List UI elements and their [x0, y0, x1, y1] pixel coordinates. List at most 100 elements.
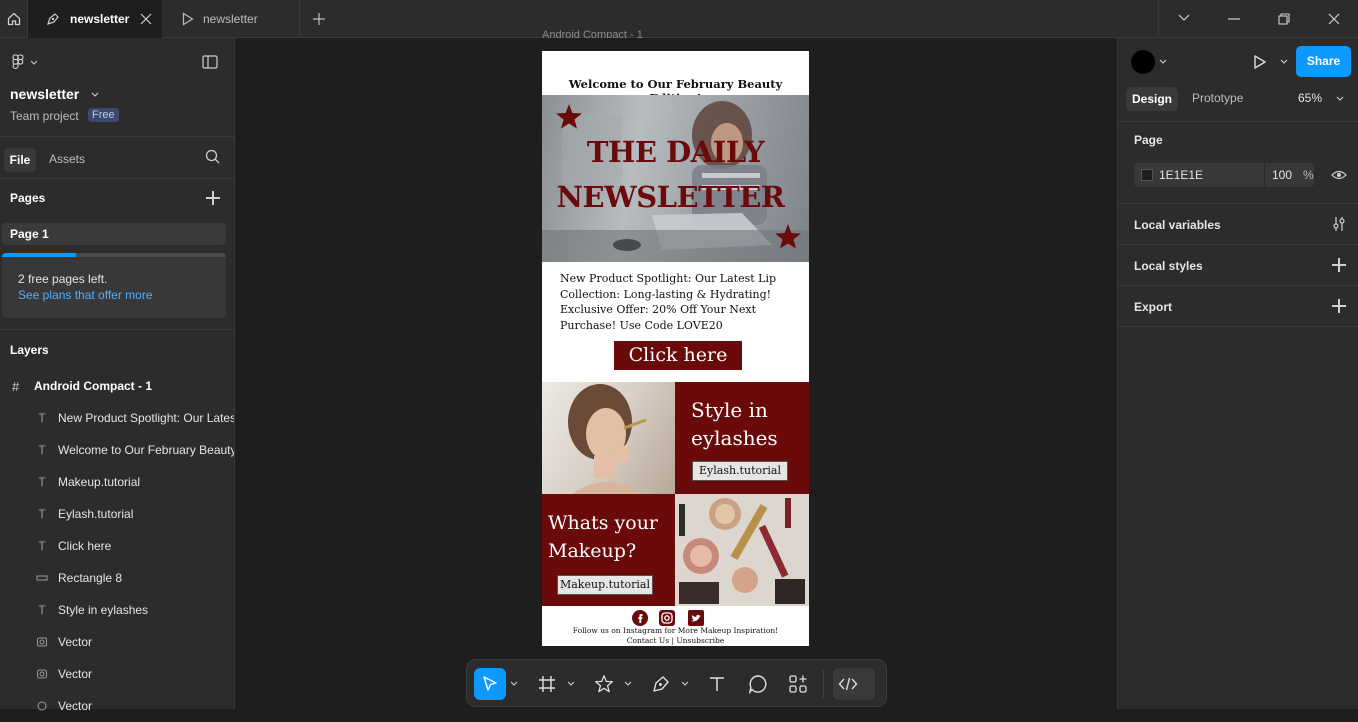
tab-file[interactable]: File: [4, 148, 36, 172]
chevron-down-icon[interactable]: [1159, 59, 1167, 64]
makeup-heading[interactable]: Whats your Makeup?: [548, 509, 673, 565]
present-play-icon[interactable]: [1253, 54, 1267, 70]
layer-item[interactable]: T Style in eylashes: [0, 594, 234, 626]
layer-frame-android-compact[interactable]: # Android Compact - 1: [0, 370, 234, 402]
file-name[interactable]: newsletter: [10, 86, 79, 102]
tab-newsletter-prototype[interactable]: newsletter: [162, 0, 299, 38]
tab-prototype[interactable]: Prototype: [1192, 91, 1243, 105]
page-item-page-1[interactable]: Page 1: [2, 223, 226, 245]
eyelash-photo[interactable]: [542, 382, 675, 494]
window-close-icon[interactable]: [1328, 13, 1340, 25]
layer-label: Vector: [58, 635, 93, 649]
rectangle-icon: [36, 571, 48, 585]
close-icon[interactable]: [140, 13, 152, 25]
free-pages-notice: 2 free pages left. See plans that offer …: [2, 253, 226, 318]
main-menu-button[interactable]: [10, 52, 40, 72]
project-label[interactable]: Team project: [10, 109, 79, 123]
chevron-down-icon[interactable]: [1178, 14, 1190, 22]
eyelash-block[interactable]: Style in eylashes Eylash.tutorial: [675, 382, 809, 494]
newsletter-frame[interactable]: Welcome to Our February Beauty Edition! …: [542, 51, 809, 646]
layer-item[interactable]: Vector: [0, 658, 234, 690]
chevron-down-icon[interactable]: [624, 681, 632, 687]
eye-icon[interactable]: [1331, 169, 1347, 181]
instagram-icon[interactable]: [659, 610, 675, 626]
frame-tool-button[interactable]: [531, 668, 563, 700]
pen-tool-button[interactable]: [645, 668, 677, 700]
text-icon: T: [38, 443, 46, 457]
eyelash-tutorial-tag[interactable]: Eylash.tutorial: [692, 461, 788, 481]
code-icon: [838, 677, 858, 691]
hero-title-line1[interactable]: THE DAILY: [542, 135, 809, 169]
layer-item[interactable]: T Welcome to Our February Beauty Edition!: [0, 434, 234, 466]
shape-tool-button[interactable]: [588, 668, 620, 700]
search-icon[interactable]: [205, 149, 220, 164]
left-panel: newsletter Team project Free File Assets…: [0, 38, 235, 713]
variables-settings-icon[interactable]: [1332, 216, 1346, 232]
fill-opacity-value[interactable]: 100: [1272, 168, 1292, 182]
add-page-icon[interactable]: [206, 191, 220, 205]
layer-item[interactable]: T Makeup.tutorial: [0, 466, 234, 498]
minimize-icon[interactable]: [1228, 18, 1240, 20]
add-export-icon[interactable]: [1332, 299, 1346, 313]
text-tool-button[interactable]: [701, 668, 733, 700]
add-style-icon[interactable]: [1332, 258, 1346, 272]
eyelash-heading[interactable]: Style in eylashes: [691, 396, 801, 452]
layer-item[interactable]: T Eylash.tutorial: [0, 498, 234, 530]
frame-icon: [539, 676, 555, 692]
export-title[interactable]: Export: [1134, 300, 1172, 314]
layer-item[interactable]: T Click here: [0, 530, 234, 562]
chevron-down-icon[interactable]: [91, 92, 99, 97]
layer-item[interactable]: Vector: [0, 626, 234, 658]
move-tool-button[interactable]: [474, 668, 506, 700]
twitter-icon[interactable]: [688, 610, 704, 626]
makeup-tutorial-tag[interactable]: Makeup.tutorial: [557, 575, 653, 595]
tab-design[interactable]: Design: [1126, 87, 1178, 111]
chevron-down-icon[interactable]: [510, 681, 518, 687]
footer-follow-text[interactable]: Follow us on Instagram for More Makeup I…: [542, 626, 809, 635]
text-icon: T: [38, 539, 46, 553]
title-bar: newsletter newsletter: [0, 0, 1358, 38]
tab-label: newsletter: [70, 12, 130, 26]
text-icon: T: [38, 603, 46, 617]
hero-image[interactable]: THE DAILY NEWSLETTER: [542, 95, 809, 262]
tab-assets[interactable]: Assets: [49, 152, 85, 166]
chevron-down-icon[interactable]: [567, 681, 575, 687]
chevron-down-icon[interactable]: [681, 681, 689, 687]
body-text[interactable]: New Product Spotlight: Our Latest Lip Co…: [560, 271, 800, 333]
hero-title-line2[interactable]: NEWSLETTER: [542, 180, 799, 214]
page-fill-field[interactable]: 1E1E1E 100 %: [1134, 163, 1314, 187]
footer-contact-text[interactable]: Contact Us | Unsubscribe: [542, 636, 809, 645]
layer-item[interactable]: Rectangle 8: [0, 562, 234, 594]
star-icon: [556, 104, 582, 129]
click-here-button[interactable]: Click here: [614, 341, 742, 370]
toggle-sidebar-icon[interactable]: [202, 55, 218, 69]
zoom-level[interactable]: 65%: [1298, 91, 1322, 105]
fill-hex-value[interactable]: 1E1E1E: [1159, 168, 1203, 182]
frame-label[interactable]: Android Compact - 1: [542, 30, 643, 38]
star-icon: [595, 675, 613, 693]
local-variables-title[interactable]: Local variables: [1134, 218, 1221, 232]
dev-mode-toggle[interactable]: [833, 668, 875, 700]
avatar[interactable]: [1131, 50, 1155, 74]
page-item-label: Page 1: [10, 227, 49, 241]
share-button[interactable]: Share: [1296, 46, 1351, 77]
restore-icon[interactable]: [1278, 13, 1290, 25]
tab-newsletter-design[interactable]: newsletter: [28, 0, 162, 38]
new-tab-plus-icon[interactable]: [312, 12, 326, 26]
color-swatch[interactable]: [1141, 169, 1153, 181]
resources-tool-button[interactable]: [782, 668, 814, 700]
see-plans-link[interactable]: See plans that offer more: [18, 288, 153, 302]
frame-icon: #: [12, 379, 20, 394]
local-styles-title[interactable]: Local styles: [1134, 259, 1203, 273]
layer-item[interactable]: T New Product Spotlight: Our Latest Lip C…: [0, 402, 234, 434]
home-button[interactable]: [0, 0, 27, 38]
makeup-block[interactable]: Whats your Makeup? Makeup.tutorial: [542, 494, 675, 606]
woman-portrait: [568, 384, 647, 494]
cursor-icon: [483, 676, 497, 691]
layer-item[interactable]: Vector: [0, 690, 234, 722]
makeup-photo[interactable]: [675, 494, 809, 606]
chevron-down-icon[interactable]: [1280, 59, 1288, 64]
comment-tool-button[interactable]: [742, 668, 774, 700]
chevron-down-icon[interactable]: [1336, 96, 1344, 101]
facebook-icon[interactable]: [632, 610, 648, 626]
